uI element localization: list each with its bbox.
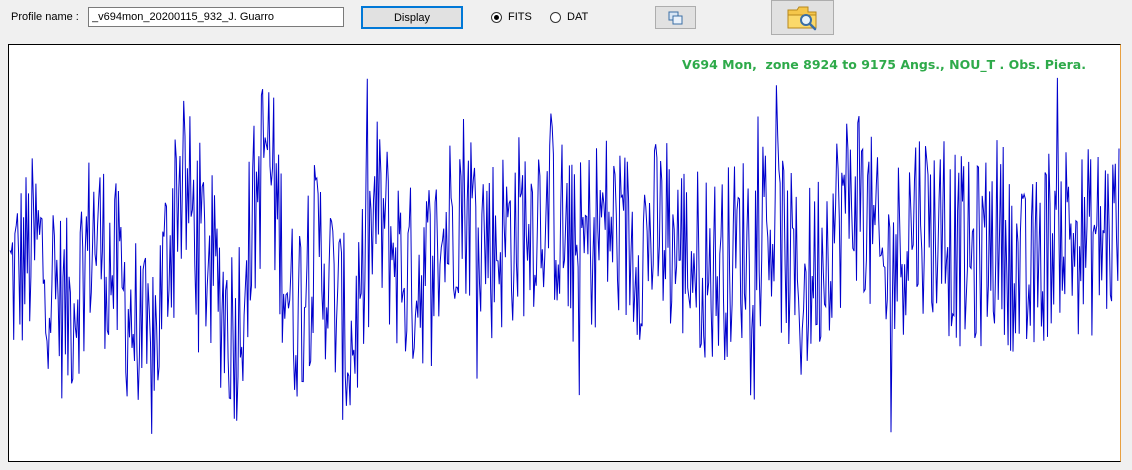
radio-fits-label: FITS <box>508 11 532 23</box>
folder-search-icon <box>787 6 816 30</box>
spectrum-chart <box>9 77 1120 434</box>
display-button[interactable]: Display <box>361 6 463 29</box>
spectrum-line <box>9 77 1120 434</box>
radio-fits-indicator[interactable] <box>491 11 502 23</box>
profile-name-input[interactable] <box>88 7 344 27</box>
open-folder-button[interactable] <box>771 0 834 35</box>
copy-button[interactable] <box>655 6 696 29</box>
radio-dat-label: DAT <box>567 11 589 23</box>
spectrum-plot: V694 Mon, zone 8924 to 9175 Angs., NOU_T… <box>8 44 1121 462</box>
profile-name-label: Profile name : <box>11 11 79 23</box>
copy-icon <box>668 11 682 24</box>
toolbar: Profile name : Display FITS DAT <box>0 0 1132 42</box>
radio-fits[interactable]: FITS <box>491 10 532 24</box>
radio-dat[interactable]: DAT <box>550 10 588 24</box>
plot-title: V694 Mon, zone 8924 to 9175 Angs., NOU_T… <box>682 57 1086 72</box>
radio-dat-indicator[interactable] <box>550 11 561 23</box>
